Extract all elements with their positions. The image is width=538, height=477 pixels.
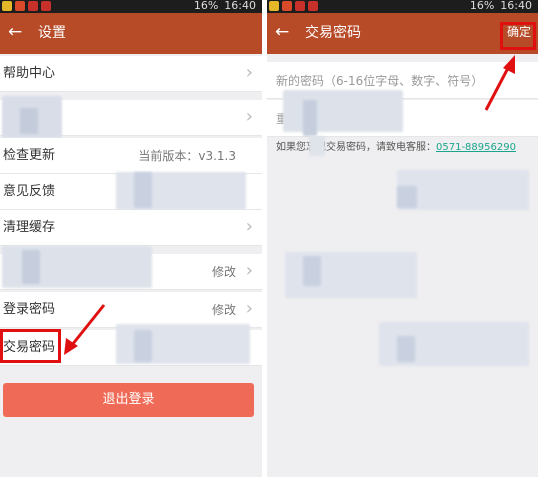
status-bar: 16% 16:40 <box>267 0 538 13</box>
battery-label: 16% <box>193 0 219 12</box>
notification-icon <box>28 1 38 11</box>
chevron-right-icon: › <box>245 260 253 281</box>
chevron-right-icon: › <box>245 106 253 127</box>
censored-area <box>22 250 40 284</box>
login-password-row[interactable]: 登录密码 修改 › <box>0 292 262 328</box>
clear-cache-row[interactable]: 清理缓存 › <box>0 210 262 246</box>
highlight-box <box>0 329 61 363</box>
clock: 16:40 <box>500 0 532 12</box>
row-label: 登录密码 <box>3 302 56 317</box>
settings-screen: 16% 16:40 ← 设置 帮助中心 › › 检查更新 当前版本：v3.1.3… <box>0 0 262 477</box>
logout-button[interactable]: 退出登录 <box>3 383 254 417</box>
censored-area <box>134 330 152 362</box>
help-center-row[interactable]: 帮助中心 › <box>0 56 262 92</box>
hint-text: 如果您忘记交易密码，请致电客服： <box>276 142 436 153</box>
trade-password-screen: 16% 16:40 ← 交易密码 确定 新的密码（6-16位字母、数字、符号） … <box>267 0 538 477</box>
notification-icon <box>2 1 12 11</box>
version-value: 当前版本：v3.1.3 <box>138 149 236 163</box>
row-label: 意见反馈 <box>3 184 56 199</box>
support-phone-link[interactable]: 0571-88956290 <box>436 142 516 153</box>
notification-icon <box>41 1 51 11</box>
notification-icon <box>15 1 25 11</box>
page-title: 设置 <box>38 25 66 41</box>
new-password-placeholder: 新的密码（6-16位字母、数字、符号） <box>276 74 484 88</box>
censored-area <box>303 256 321 286</box>
chevron-right-icon: › <box>245 62 253 83</box>
notification-icon <box>269 1 279 11</box>
check-update-row[interactable]: 检查更新 当前版本：v3.1.3 <box>0 138 262 174</box>
clock: 16:40 <box>224 0 256 12</box>
notification-icon <box>295 1 305 11</box>
highlight-box <box>500 22 536 50</box>
censored-area <box>309 136 325 156</box>
censored-area <box>20 108 38 134</box>
row-label: 检查更新 <box>3 148 56 163</box>
notification-icon <box>282 1 292 11</box>
chevron-right-icon: › <box>245 298 253 319</box>
app-bar: ← 交易密码 确定 <box>267 13 538 54</box>
modify-value: 修改 <box>211 265 236 279</box>
status-bar: 16% 16:40 <box>0 0 262 13</box>
page-title: 交易密码 <box>305 25 361 41</box>
back-arrow-icon[interactable]: ← <box>275 21 289 43</box>
modify-value: 修改 <box>211 303 236 317</box>
censored-area <box>283 90 403 132</box>
battery-label: 16% <box>469 0 495 12</box>
censored-area <box>134 172 152 208</box>
notification-icon <box>308 1 318 11</box>
row-label: 帮助中心 <box>3 66 56 81</box>
back-arrow-icon[interactable]: ← <box>8 21 22 43</box>
censored-area <box>397 186 417 208</box>
row-label: 清理缓存 <box>3 220 56 235</box>
censored-area <box>397 336 415 362</box>
chevron-right-icon: › <box>245 216 253 237</box>
app-bar: ← 设置 <box>0 13 262 54</box>
censored-area <box>303 100 317 136</box>
